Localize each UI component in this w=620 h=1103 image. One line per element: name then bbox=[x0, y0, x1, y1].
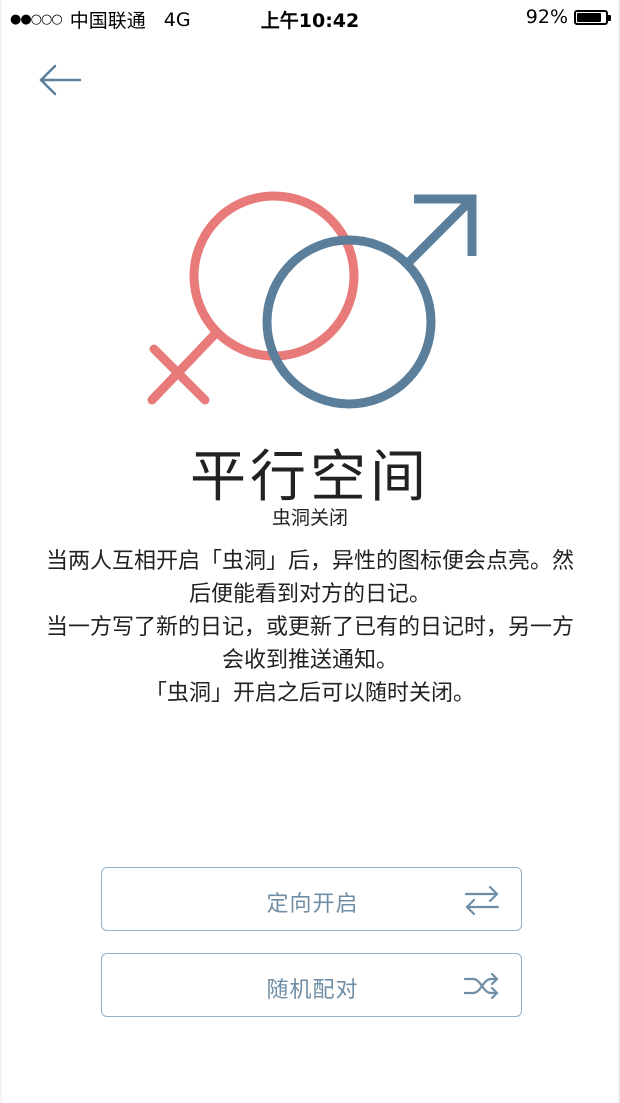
battery-fill bbox=[577, 12, 601, 22]
page-subtitle: 虫洞关闭 bbox=[271, 507, 348, 529]
mars-icon bbox=[262, 194, 477, 409]
directed-open-button[interactable]: 定向开启 bbox=[101, 867, 522, 931]
description-line: 「虫洞」开启之后可以随时关闭。 bbox=[144, 681, 475, 706]
random-match-button[interactable]: 随机配对 bbox=[101, 953, 522, 1017]
swap-arrows-icon bbox=[464, 885, 500, 916]
left-edge bbox=[0, 0, 2, 1103]
directed-open-label: 定向开启 bbox=[266, 892, 359, 917]
description: 当两人互相开启「虫洞」后，异性的图标便会点亮。然后便能看到对方的日记。 当一方写… bbox=[44, 545, 576, 710]
status-right: 92% bbox=[525, 6, 611, 28]
battery-cap bbox=[608, 14, 611, 21]
random-match-label: 随机配对 bbox=[266, 978, 359, 1003]
battery-percent: 92% bbox=[525, 6, 568, 28]
arrow-left-icon bbox=[39, 64, 82, 96]
page-title: 平行空间 bbox=[190, 445, 430, 510]
back-button[interactable] bbox=[36, 58, 86, 102]
status-bar: ●●○○○ 中国联通 4G 上午10:42 92% bbox=[0, 0, 620, 36]
battery-icon bbox=[574, 9, 611, 25]
description-line: 当两人互相开启「虫洞」后，异性的图标便会点亮。然后便能看到对方的日记。 bbox=[45, 549, 574, 607]
venus-icon bbox=[147, 191, 359, 405]
venus-mars-icon bbox=[140, 186, 490, 416]
shuffle-icon bbox=[463, 972, 499, 1000]
description-line: 当一方写了新的日记，或更新了已有的日记时，另一方会收到推送通知。 bbox=[45, 615, 574, 673]
